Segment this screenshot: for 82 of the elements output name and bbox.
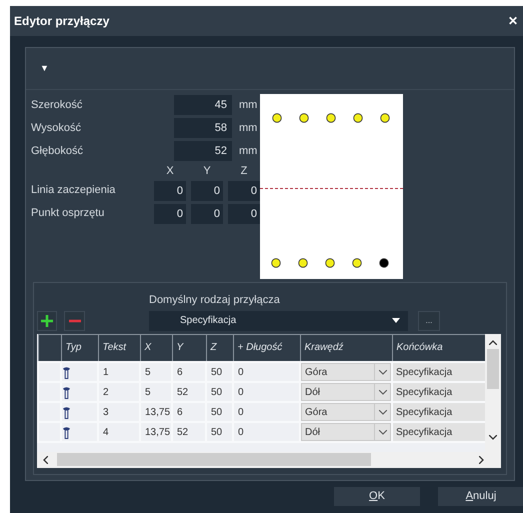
table-cell: 6 — [172, 402, 206, 422]
plug-icon — [62, 406, 71, 418]
field-label: Linia zaczepienia — [31, 183, 116, 198]
chevron-down-icon — [378, 430, 386, 434]
column-header[interactable]: Tekst — [98, 334, 140, 362]
minus-icon — [68, 318, 80, 322]
table-cell: Specyfikacja — [392, 362, 486, 382]
collapse-toggle[interactable]: ▼ — [40, 62, 49, 76]
cancel-button[interactable]: Anuluj — [438, 487, 523, 506]
plus-icon — [41, 314, 53, 326]
table-cell: 0 — [233, 362, 300, 382]
table-cell: 1 — [98, 362, 140, 382]
field-label: Głębokość — [31, 144, 84, 159]
scrollbar-thumb[interactable] — [57, 453, 371, 466]
table-cell: 50 — [206, 362, 233, 382]
table-cell: 5 — [140, 382, 172, 402]
table-cell: 13,75 — [140, 402, 172, 422]
close-button[interactable]: ✕ — [508, 12, 518, 30]
field-label: Domyślny rodzaj przyłącza — [149, 293, 281, 308]
table-cell: Specyfikacja — [392, 422, 486, 442]
field-label: Wysokość — [31, 120, 82, 136]
unit-label: mm — [239, 144, 258, 159]
table-cell: 0 — [233, 402, 300, 422]
number-field[interactable]: 58 — [174, 118, 232, 138]
table-cell: 6 — [172, 362, 206, 382]
remove-button[interactable] — [64, 310, 85, 330]
edge-dropdown[interactable]: Góra — [301, 363, 391, 381]
scroll-down-icon[interactable] — [489, 434, 497, 440]
edge-dropdown[interactable]: Dół — [301, 423, 391, 441]
number-field[interactable]: 0 — [228, 204, 260, 224]
plug-icon — [62, 426, 71, 438]
number-field[interactable]: 0 — [154, 180, 186, 200]
scroll-left-icon[interactable] — [43, 456, 48, 464]
chevron-down-icon — [378, 410, 386, 414]
field-label: Punkt osprzętu — [31, 206, 106, 222]
type-dropdown[interactable]: Specyfikacja — [149, 310, 408, 330]
ok-button[interactable]: OK — [334, 487, 420, 506]
number-field[interactable]: 0 — [191, 180, 223, 200]
column-header[interactable]: X — [140, 334, 172, 362]
chevron-down-icon — [378, 390, 386, 394]
scroll-up-icon[interactable] — [489, 340, 497, 344]
number-field[interactable]: 0 — [228, 180, 260, 200]
axis-label: Z — [240, 164, 248, 179]
edge-dropdown[interactable]: Dół — [301, 383, 391, 401]
column-header[interactable]: Krawędź — [300, 334, 392, 362]
table-cell: 2 — [98, 382, 140, 402]
column-header[interactable]: Y — [172, 334, 206, 362]
number-field[interactable]: 0 — [154, 204, 186, 224]
add-button[interactable] — [37, 310, 57, 330]
scroll-right-icon[interactable] — [479, 456, 484, 464]
unit-label: mm — [239, 98, 258, 113]
window-title: Edytor przyłączy — [14, 13, 110, 30]
table-cell: 4 — [98, 422, 140, 442]
table-cell: 5 — [140, 362, 172, 382]
chevron-down-icon — [378, 370, 386, 374]
table-cell: 52 — [172, 382, 206, 402]
table-cell: Specyfikacja — [392, 402, 486, 422]
table-cell: 0 — [233, 422, 300, 442]
number-field[interactable]: 0 — [191, 204, 223, 224]
axis-label: X — [165, 164, 175, 179]
edge-dropdown[interactable]: Góra — [301, 403, 391, 421]
column-header[interactable]: + Długość — [233, 334, 300, 362]
more-button[interactable]: ... — [418, 310, 440, 330]
table-cell: 50 — [206, 402, 233, 422]
plug-icon — [62, 386, 71, 398]
table-cell: 3 — [98, 402, 140, 422]
unit-label: mm — [239, 120, 258, 136]
scrollbar-thumb[interactable] — [487, 348, 499, 388]
column-header[interactable]: Typ — [61, 334, 98, 362]
axis-label: Y — [202, 164, 212, 179]
field-label: Szerokość — [31, 98, 84, 113]
number-field[interactable]: 52 — [174, 141, 232, 161]
number-field[interactable]: 45 — [174, 95, 232, 115]
table-cell: 50 — [206, 382, 233, 402]
table-cell: Specyfikacja — [392, 382, 486, 402]
table-cell: 13,75 — [140, 422, 172, 442]
table-cell: 50 — [206, 422, 233, 442]
caret-icon — [392, 318, 400, 323]
column-header[interactable]: Z — [206, 334, 233, 362]
table-cell: 52 — [172, 422, 206, 442]
plug-icon — [62, 366, 71, 378]
table-cell: 0 — [233, 382, 300, 402]
